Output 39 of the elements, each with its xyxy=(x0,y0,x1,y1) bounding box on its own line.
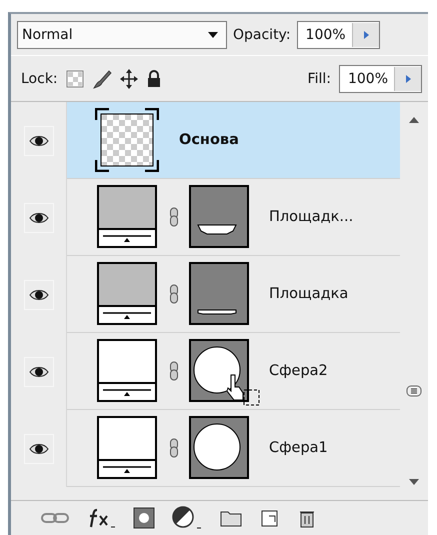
layer-row[interactable]: Площадк... xyxy=(11,179,400,256)
lock-transparency-icon[interactable] xyxy=(66,70,84,88)
layer-name: Основа xyxy=(179,132,239,148)
opacity-field[interactable]: 100% xyxy=(296,20,380,48)
fx-icon[interactable] xyxy=(87,506,117,530)
slider-arrow-icon[interactable] xyxy=(362,30,369,38)
layer-name: Сфера1 xyxy=(269,440,328,456)
visibility-eye-icon[interactable] xyxy=(24,356,54,386)
layer-name: Площадка xyxy=(269,286,348,302)
brush-icon[interactable] xyxy=(92,68,112,88)
visibility-eye-icon[interactable] xyxy=(24,434,54,464)
layer-thumbnail xyxy=(95,108,159,172)
blend-mode-dropdown[interactable]: Normal xyxy=(17,20,227,48)
scroll-up-icon[interactable] xyxy=(409,116,419,124)
layer-row[interactable]: Площадка xyxy=(11,256,400,333)
visibility-eye-icon[interactable] xyxy=(24,280,54,310)
scroll-down-icon[interactable] xyxy=(409,478,419,486)
layer-row[interactable]: Сфера2 xyxy=(11,333,400,410)
link-icon[interactable] xyxy=(41,511,71,525)
layer-name: Сфера2 xyxy=(269,363,328,379)
move-icon[interactable] xyxy=(120,68,138,88)
visibility-eye-icon[interactable] xyxy=(24,126,54,156)
chain-link-icon[interactable] xyxy=(169,284,179,304)
chain-link-icon[interactable] xyxy=(169,438,179,458)
lock-label: Lock: xyxy=(21,70,58,86)
visibility-eye-icon[interactable] xyxy=(24,202,54,232)
chain-link-icon[interactable] xyxy=(169,207,179,227)
fill-field[interactable]: 100% xyxy=(338,64,422,92)
slider-arrow-icon[interactable] xyxy=(405,74,411,82)
opacity-label: Opacity: xyxy=(233,26,291,42)
lock-icon[interactable] xyxy=(146,70,162,88)
panel-menu-icon[interactable] xyxy=(406,385,422,397)
half-circle-icon[interactable] xyxy=(171,506,203,530)
layer-name: Площадк... xyxy=(269,209,354,225)
mask-icon[interactable] xyxy=(133,507,155,529)
chain-link-icon[interactable] xyxy=(169,361,179,381)
fill-label: Fill: xyxy=(308,70,331,86)
layer-row[interactable]: Сфера1 xyxy=(11,410,400,487)
caret-icon xyxy=(208,32,218,38)
